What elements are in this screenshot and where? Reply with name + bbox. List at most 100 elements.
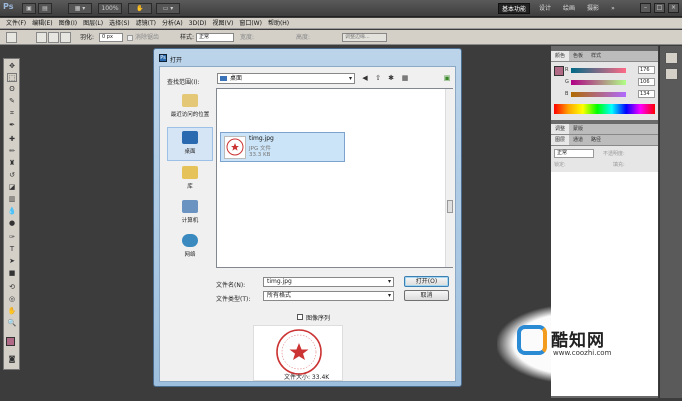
place-libraries[interactable]: 库 xyxy=(167,163,213,197)
type-tool-icon[interactable]: T xyxy=(7,245,17,254)
quick-select-tool-icon[interactable]: ✎ xyxy=(7,97,17,106)
filetype-select[interactable]: 所有格式 ▾ xyxy=(263,291,394,301)
tab-layers[interactable]: 图层 xyxy=(551,135,570,145)
antialias-checkbox[interactable] xyxy=(127,35,133,41)
menu-view[interactable]: 视图(V) xyxy=(213,18,234,28)
tab-color[interactable]: 颜色 xyxy=(551,51,570,61)
mini-bridge-icon[interactable]: ▤ xyxy=(38,3,52,14)
menu-window[interactable]: 窗口(W) xyxy=(239,18,262,28)
zoom-tool-icon[interactable]: 🔍 xyxy=(7,319,17,328)
feather-input[interactable]: 0 px xyxy=(99,33,123,42)
add-selection-icon[interactable] xyxy=(48,32,59,43)
view-extras-dropdown[interactable]: ▦ ▾ xyxy=(68,3,92,14)
history-panel-icon[interactable] xyxy=(665,52,678,64)
shape-tool-icon[interactable]: ■ xyxy=(7,269,17,278)
file-item[interactable]: timg.jpg JPG 文件 33.3 KB xyxy=(220,132,345,162)
r-value[interactable]: 176 xyxy=(638,66,655,74)
color-panel-swatch[interactable] xyxy=(554,66,564,76)
menu-layer[interactable]: 图层(L) xyxy=(83,18,103,28)
bridge-icon[interactable]: ▣ xyxy=(22,3,36,14)
workspace-more[interactable]: » xyxy=(608,3,618,14)
style-select[interactable]: 正常 xyxy=(196,33,234,42)
open-button[interactable]: 打开(O) xyxy=(404,276,449,287)
back-icon[interactable]: ◀ xyxy=(360,73,370,83)
look-in-select[interactable]: 桌面 ▾ xyxy=(217,73,355,84)
menu-analysis[interactable]: 分析(A) xyxy=(162,18,183,28)
gradient-tool-icon[interactable]: ▥ xyxy=(7,195,17,204)
file-list-scrollbar[interactable] xyxy=(445,89,453,267)
computer-icon xyxy=(182,200,198,213)
brush-tool-icon[interactable]: ✏ xyxy=(7,147,17,156)
marquee-tool-icon[interactable]: ⬚ xyxy=(7,73,17,82)
hand-tool-icon[interactable]: ✋ xyxy=(7,307,17,316)
healing-brush-tool-icon[interactable]: ✚ xyxy=(7,135,17,144)
menu-image[interactable]: 图像(I) xyxy=(59,18,77,28)
menu-file[interactable]: 文件(F) xyxy=(6,18,26,28)
tab-channels[interactable]: 通道 xyxy=(569,135,587,145)
image-sequence-checkbox[interactable] xyxy=(297,314,303,320)
marquee-preset-icon[interactable] xyxy=(6,32,17,43)
g-value[interactable]: 106 xyxy=(638,78,655,86)
scrollbar-thumb[interactable] xyxy=(447,200,453,213)
place-network[interactable]: 网络 xyxy=(167,231,213,265)
new-folder-icon[interactable]: ✱ xyxy=(386,73,396,83)
eraser-tool-icon[interactable]: ◪ xyxy=(7,183,17,192)
place-computer[interactable]: 计算机 xyxy=(167,197,213,231)
tab-styles[interactable]: 样式 xyxy=(587,51,605,61)
menu-help[interactable]: 帮助(H) xyxy=(268,18,289,28)
b-value[interactable]: 134 xyxy=(638,90,655,98)
eyedropper-tool-icon[interactable]: ✒ xyxy=(7,121,17,130)
blend-mode-select[interactable]: 正常 xyxy=(554,149,594,158)
3d-rotate-tool-icon[interactable]: ⟲ xyxy=(7,283,17,292)
3d-orbit-tool-icon[interactable]: ◎ xyxy=(7,295,17,304)
subtract-selection-icon[interactable] xyxy=(60,32,71,43)
workspace-essentials[interactable]: 基本功能 xyxy=(498,3,531,14)
bridge-browse-icon[interactable]: ▣ xyxy=(442,73,452,83)
g-slider[interactable] xyxy=(571,80,626,85)
menu-3d[interactable]: 3D(D) xyxy=(189,18,207,28)
up-folder-icon[interactable]: ⇧ xyxy=(373,73,383,83)
tab-paths[interactable]: 路径 xyxy=(587,135,605,145)
hand-tool-button[interactable]: ✋ xyxy=(128,3,152,14)
zoom-level-dropdown[interactable]: 100% xyxy=(98,3,122,14)
minimize-button[interactable]: – xyxy=(640,3,651,13)
r-label: R xyxy=(565,67,569,73)
crop-tool-icon[interactable]: ⌗ xyxy=(7,109,17,118)
menu-edit[interactable]: 编辑(E) xyxy=(32,18,52,28)
history-brush-tool-icon[interactable]: ↺ xyxy=(7,171,17,180)
pen-tool-icon[interactable]: ✑ xyxy=(7,233,17,242)
move-tool-icon[interactable]: ✥ xyxy=(7,62,17,71)
actions-panel-icon[interactable] xyxy=(665,68,678,80)
workspace-painting[interactable]: 绘画 xyxy=(560,3,578,14)
workspace-photography[interactable]: 摄影 xyxy=(584,3,602,14)
menu-filter[interactable]: 滤镜(T) xyxy=(136,18,156,28)
chevron-down-icon: ▾ xyxy=(387,292,391,299)
tab-masks[interactable]: 蒙版 xyxy=(569,124,587,134)
lasso-tool-icon[interactable]: ʘ xyxy=(7,85,17,94)
menu-select[interactable]: 选择(S) xyxy=(109,18,130,28)
dodge-tool-icon[interactable]: ● xyxy=(7,219,17,228)
refine-edge-button[interactable]: 调整边缘... xyxy=(342,33,387,42)
foreground-color-swatch[interactable] xyxy=(6,337,15,346)
file-list[interactable]: timg.jpg JPG 文件 33.3 KB xyxy=(216,88,453,268)
new-selection-icon[interactable] xyxy=(36,32,47,43)
view-menu-icon[interactable]: ▦ xyxy=(400,73,410,83)
close-button[interactable]: × xyxy=(668,3,679,13)
r-slider[interactable] xyxy=(571,68,626,73)
path-select-tool-icon[interactable]: ➤ xyxy=(7,257,17,266)
tab-swatches[interactable]: 色板 xyxy=(569,51,587,61)
quick-mask-icon[interactable]: ◙ xyxy=(7,355,17,364)
workspace-design[interactable]: 设计 xyxy=(536,3,554,14)
cancel-button[interactable]: 取消 xyxy=(404,290,449,301)
clone-stamp-tool-icon[interactable]: ♜ xyxy=(7,159,17,168)
b-slider[interactable] xyxy=(571,92,626,97)
screen-mode-dropdown[interactable]: ▭ ▾ xyxy=(156,3,180,14)
blur-tool-icon[interactable]: 💧 xyxy=(7,207,17,216)
place-recent[interactable]: 最近访问的位置 xyxy=(167,91,213,125)
tab-adjustments[interactable]: 调整 xyxy=(551,124,570,134)
collapsed-panel-strip xyxy=(659,46,682,398)
maximize-button[interactable]: □ xyxy=(654,3,665,13)
place-desktop[interactable]: 桌面 xyxy=(167,127,213,161)
filename-input[interactable]: timg.jpg ▾ xyxy=(263,277,394,287)
color-spectrum-bar[interactable] xyxy=(554,104,655,114)
